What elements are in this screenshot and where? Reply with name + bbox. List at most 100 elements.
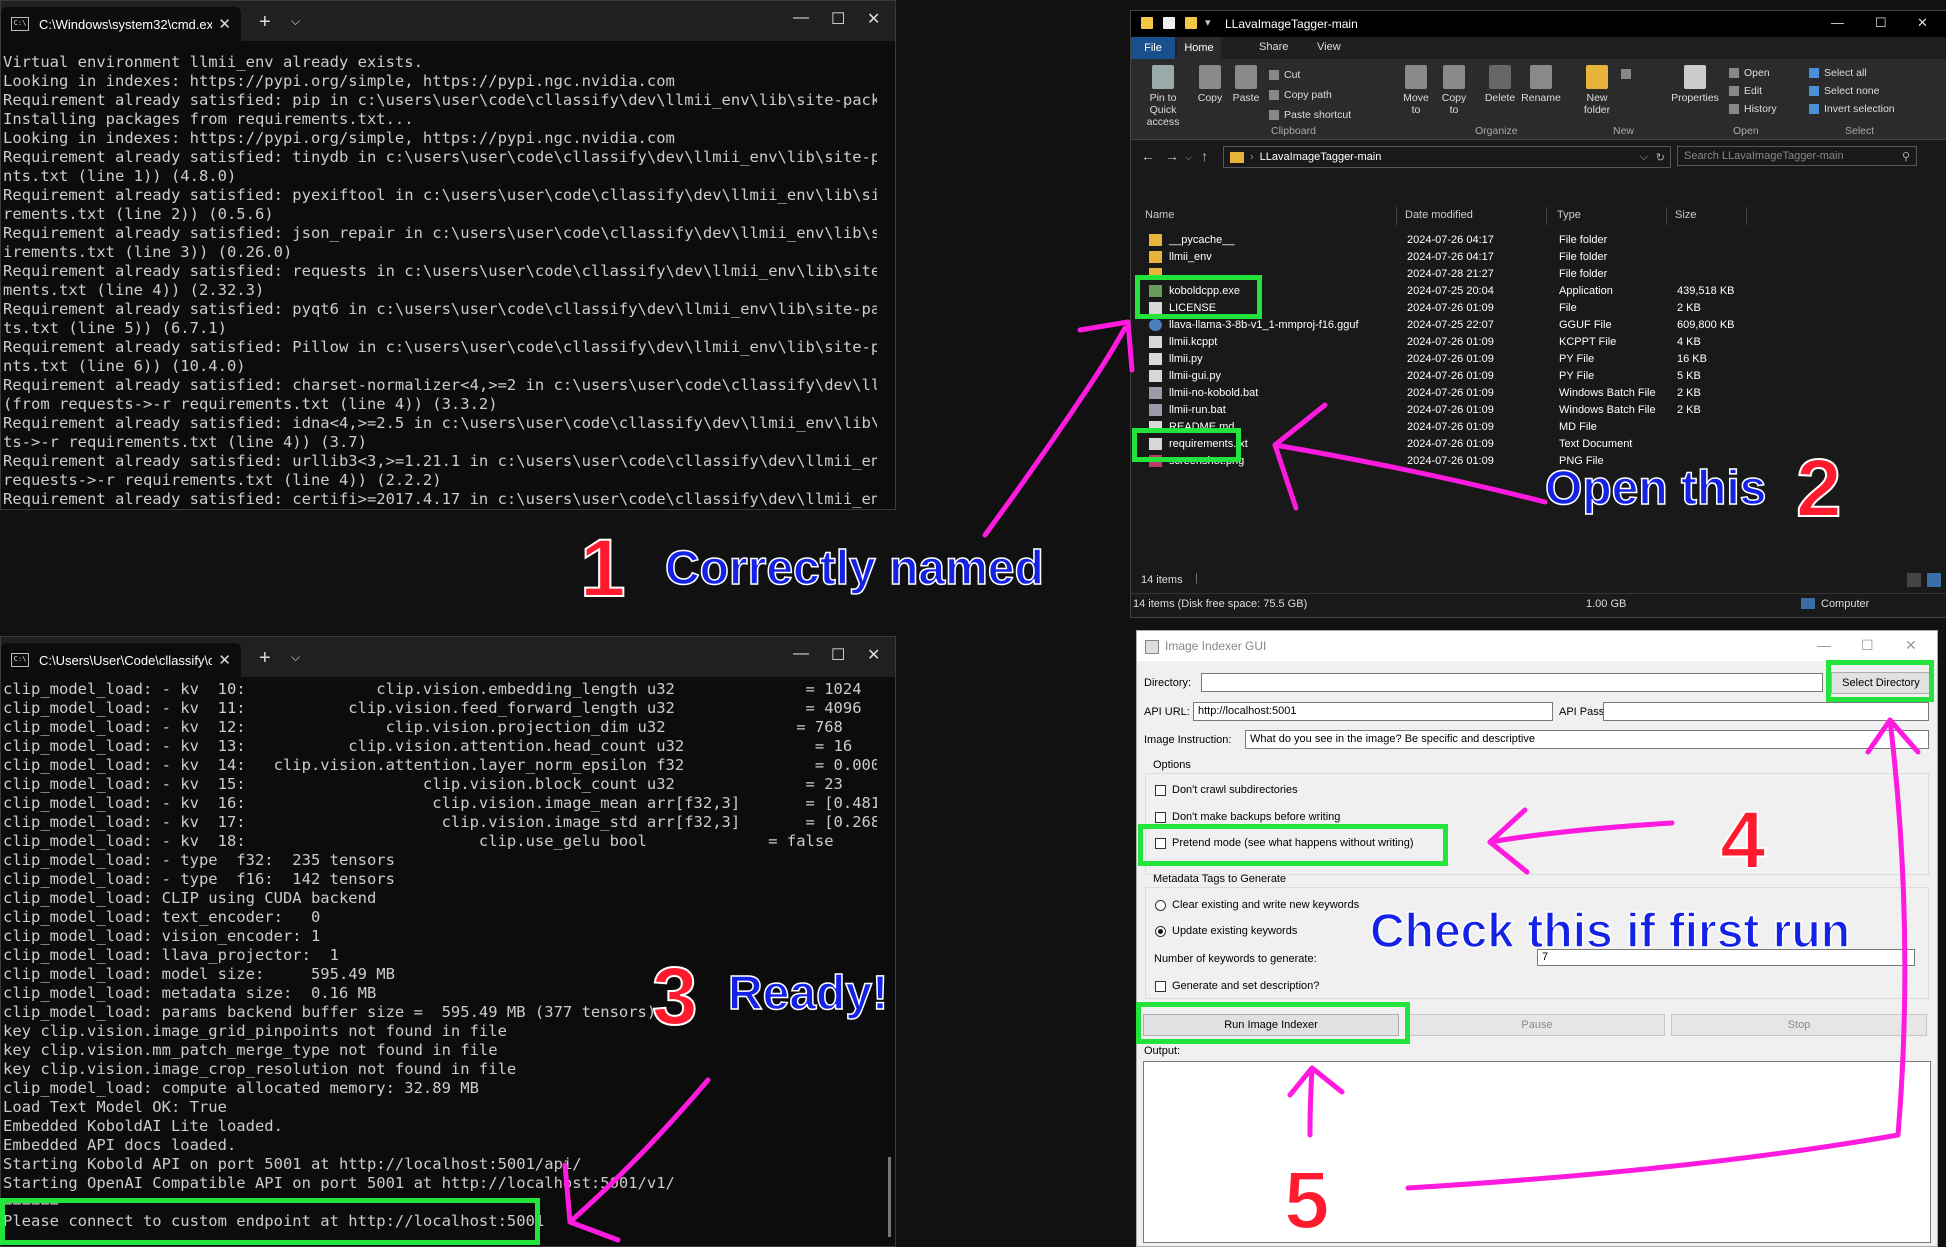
- checkbox-icon: [1155, 811, 1166, 823]
- file-row[interactable]: llmii-run.bat 2024-07-26 01:09 Windows Bat…: [1131, 402, 1946, 419]
- column-type[interactable]: Type: [1557, 209, 1581, 221]
- chevron-down-icon[interactable]: ⌵: [291, 650, 300, 665]
- folder-icon: [1141, 17, 1153, 29]
- terminal-line: Embedded KoboldAI Lite loaded.: [3, 1117, 283, 1135]
- address-dropdown-icon[interactable]: ⌵: [1640, 151, 1648, 164]
- api-url-input[interactable]: http://localhost:5001: [1193, 702, 1553, 721]
- terminal-tab[interactable]: C:\ C:\Users\User\Code\cllassify\c ✕: [1, 643, 241, 677]
- column-divider[interactable]: [1396, 207, 1397, 225]
- paste-shortcut-button[interactable]: Paste shortcut: [1269, 109, 1351, 121]
- tab-share[interactable]: Share: [1259, 41, 1288, 53]
- directory-input[interactable]: [1201, 673, 1823, 692]
- pause-button[interactable]: Pause: [1409, 1014, 1665, 1036]
- address-text: LLavaImageTagger-main: [1259, 151, 1382, 163]
- forward-arrow-icon[interactable]: →: [1165, 148, 1179, 164]
- update-keywords-radio[interactable]: Update existing keywords: [1155, 925, 1297, 937]
- select-all-button[interactable]: Select all: [1809, 67, 1867, 79]
- properties-icon[interactable]: [1163, 17, 1175, 29]
- file-date: 2024-07-26 01:09: [1407, 387, 1494, 399]
- no-backup-checkbox[interactable]: Don't make backups before writing: [1155, 811, 1340, 823]
- maximize-icon[interactable]: ☐: [831, 645, 845, 665]
- copy-path-button[interactable]: Copy path: [1269, 89, 1332, 101]
- file-row[interactable]: llmii_env 2024-07-26 04:17 File folder: [1131, 249, 1946, 266]
- tab-home[interactable]: Home: [1177, 37, 1221, 59]
- search-input[interactable]: Search LLavaImageTagger-main ⚲: [1677, 146, 1917, 166]
- column-divider[interactable]: [1666, 207, 1667, 225]
- output-textarea[interactable]: [1143, 1061, 1931, 1243]
- file-row[interactable]: llmii.kcppt 2024-07-26 01:09 KCPPT File 4 K…: [1131, 334, 1946, 351]
- history-button[interactable]: History: [1729, 103, 1777, 115]
- copy-to-button[interactable]: Copy to: [1439, 65, 1469, 116]
- column-divider[interactable]: [1746, 207, 1747, 225]
- column-size[interactable]: Size: [1675, 209, 1696, 221]
- chevron-down-icon[interactable]: ⌵: [291, 14, 300, 29]
- back-arrow-icon[interactable]: ←: [1141, 148, 1155, 164]
- properties-button[interactable]: Properties: [1667, 65, 1723, 104]
- new-folder-icon[interactable]: [1185, 17, 1197, 29]
- tab-file[interactable]: File: [1131, 37, 1175, 59]
- move-to-button[interactable]: Move to: [1401, 65, 1431, 116]
- bat-icon: [1149, 387, 1162, 399]
- close-icon[interactable]: ✕: [867, 645, 880, 665]
- file-row[interactable]: llava-llama-3-8b-v1_1-mmproj-f16.gguf 202…: [1131, 317, 1946, 334]
- minimize-icon[interactable]: —: [1817, 637, 1831, 653]
- edit-button[interactable]: Edit: [1729, 85, 1762, 97]
- invert-selection-button[interactable]: Invert selection: [1809, 103, 1895, 115]
- details-view-icon[interactable]: [1907, 573, 1921, 587]
- scrollbar[interactable]: [888, 1157, 891, 1237]
- spinner-arrows-icon[interactable]: ▴ ▾: [1903, 948, 1907, 964]
- file-row[interactable]: llmii-gui.py 2024-07-26 01:09 PY File 5 KB: [1131, 368, 1946, 385]
- pin-quick-access-button[interactable]: Pin to Quick access: [1135, 65, 1191, 128]
- recent-chevron-icon[interactable]: ⌵: [1185, 152, 1192, 163]
- copy-button[interactable]: Copy: [1193, 65, 1227, 104]
- paste-icon: [1235, 65, 1257, 89]
- new-folder-button[interactable]: New folder: [1577, 65, 1617, 116]
- api-password-input[interactable]: [1603, 702, 1929, 721]
- close-tab-icon[interactable]: ✕: [218, 651, 231, 669]
- terminal-line: clip_model_load: llava_projector: 1: [3, 946, 339, 964]
- new-tab-icon[interactable]: +: [259, 11, 271, 34]
- minimize-icon[interactable]: —: [793, 645, 809, 663]
- group-organize: Organize: [1475, 125, 1518, 137]
- column-divider[interactable]: [1546, 207, 1547, 225]
- file-name: llmii.py: [1169, 353, 1203, 365]
- maximize-icon[interactable]: ☐: [1875, 15, 1887, 31]
- close-tab-icon[interactable]: ✕: [218, 15, 231, 33]
- file-row[interactable]: llmii-no-kobold.bat 2024-07-26 01:09 Windo…: [1131, 385, 1946, 402]
- tab-view[interactable]: View: [1317, 41, 1341, 53]
- file-row[interactable]: llmii.py 2024-07-26 01:09 PY File 16 KB: [1131, 351, 1946, 368]
- open-button[interactable]: Open: [1729, 67, 1770, 79]
- close-icon[interactable]: ✕: [1917, 15, 1928, 31]
- up-arrow-icon[interactable]: ↑: [1201, 148, 1208, 164]
- paste-button[interactable]: Paste: [1229, 65, 1263, 104]
- address-bar[interactable]: › LLavaImageTagger-main ⌵ ↻: [1223, 146, 1671, 168]
- rename-button[interactable]: Rename: [1521, 65, 1561, 104]
- new-tab-icon[interactable]: +: [259, 647, 271, 670]
- delete-button[interactable]: Delete: [1483, 65, 1517, 104]
- file-row[interactable]: __pycache__ 2024-07-26 04:17 File folder: [1131, 232, 1946, 249]
- cut-button[interactable]: Cut: [1269, 69, 1300, 81]
- maximize-icon[interactable]: ☐: [831, 9, 845, 29]
- maximize-icon[interactable]: ☐: [1861, 637, 1874, 654]
- clear-keywords-radio[interactable]: Clear existing and write new keywords: [1155, 899, 1359, 911]
- stop-button[interactable]: Stop: [1671, 1014, 1927, 1036]
- minimize-icon[interactable]: —: [1831, 15, 1844, 30]
- terminal-tab[interactable]: C:\ C:\Windows\system32\cmd.ex ✕: [1, 7, 241, 41]
- file-row[interactable]: README.md 2024-07-26 01:09 MD File: [1131, 419, 1946, 436]
- close-icon[interactable]: ✕: [867, 9, 880, 29]
- file-type: Text Document: [1559, 438, 1633, 450]
- no-crawl-checkbox[interactable]: Don't crawl subdirectories: [1155, 784, 1298, 796]
- refresh-icon[interactable]: ↻: [1656, 151, 1665, 164]
- large-icons-view-icon[interactable]: [1927, 573, 1941, 587]
- select-none-button[interactable]: Select none: [1809, 85, 1879, 97]
- minimize-icon[interactable]: —: [793, 9, 809, 27]
- quick-access-dropdown-icon[interactable]: ▾: [1205, 16, 1211, 29]
- close-icon[interactable]: ✕: [1905, 637, 1917, 654]
- image-instruction-input[interactable]: What do you see in the image? Be specifi…: [1245, 730, 1929, 749]
- generate-description-checkbox[interactable]: Generate and set description?: [1155, 980, 1319, 992]
- terminal-line: Embedded API docs loaded.: [3, 1136, 237, 1154]
- column-name[interactable]: Name: [1145, 209, 1174, 221]
- terminal-line: ts->-r requirements.txt (line 4)) (3.7): [3, 433, 367, 451]
- new-item-button[interactable]: [1621, 69, 1636, 79]
- column-date-modified[interactable]: Date modified: [1405, 209, 1473, 221]
